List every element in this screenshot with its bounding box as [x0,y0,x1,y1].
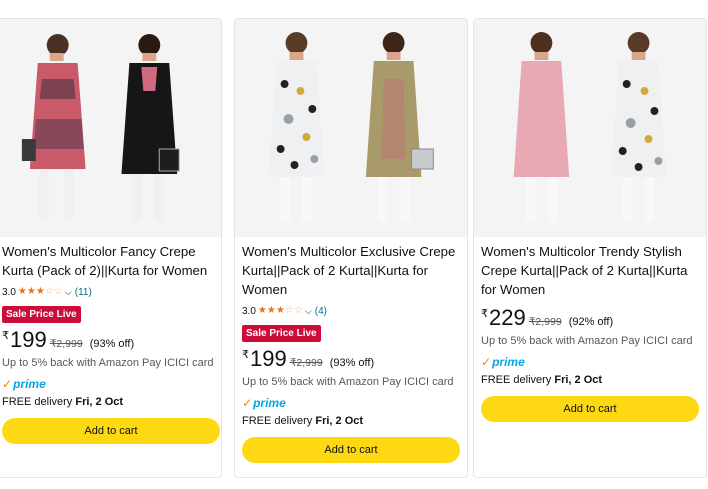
chevron-down-icon[interactable]: ⌵ [305,306,312,317]
prime-badge: ✓ prime [481,354,699,370]
rating-row: 3.0 ★ ★ ★ ☆ ☆ ⌵ (4) [242,302,460,320]
price-row[interactable]: ₹ 229 ₹2,999 (92% off) [481,307,699,331]
deal-badge: Sale Price Live [242,325,321,342]
product-title[interactable]: Women's Multicolor Trendy Stylish Crepe … [481,242,699,299]
discount-percent: (92% off) [568,316,614,328]
prime-check-icon: ✓ [481,355,492,369]
prime-badge: ✓ prime [242,395,460,411]
cashback-offer: Up to 5% back with Amazon Pay ICICI card [2,357,214,369]
price: 229 [489,305,526,330]
review-count[interactable]: (11) [75,287,92,298]
delivery-date: Fri, 2 Oct [315,415,364,427]
delivery-info: FREE delivery Fri, 2 Oct [2,396,214,411]
star-icon: ☆ [293,305,303,316]
product-image[interactable] [474,19,706,237]
star-icon: ★ [275,305,285,316]
list-price: ₹2,999 [289,357,323,369]
price: 199 [10,327,47,352]
star-icon: ★ [17,286,27,297]
product-image[interactable] [0,19,221,237]
product-title[interactable]: Women's Multicolor Exclusive Crepe Kurta… [242,242,460,299]
delivery-label: FREE delivery [2,396,76,408]
star-icon: ☆ [284,305,294,316]
rating-score: 3.0 [2,286,16,298]
delivery-date: Fri, 2 Oct [75,396,124,408]
star-rating[interactable]: ★ ★ ★ ☆ ☆ [18,287,63,297]
star-icon: ☆ [44,286,54,297]
review-count[interactable]: (4) [315,306,327,317]
product-card: Women's Multicolor Fancy Crepe Kurta (Pa… [0,18,222,478]
price: 199 [250,346,287,371]
delivery-info: FREE delivery Fri, 2 Oct [242,415,460,430]
star-icon: ☆ [53,286,63,297]
prime-label: prime [253,396,286,410]
delivery-label: FREE delivery [242,415,316,427]
product-card: Women's Multicolor Trendy Stylish Crepe … [473,18,707,478]
star-icon: ★ [26,286,36,297]
chevron-down-icon[interactable]: ⌵ [65,287,72,298]
price-row[interactable]: ₹ 199 ₹2,999 (93% off) [2,329,214,353]
prime-label: prime [492,355,525,369]
add-to-cart-button[interactable]: Add to cart [2,418,220,444]
product-title[interactable]: Women's Multicolor Fancy Crepe Kurta (Pa… [2,242,214,280]
currency-symbol: ₹ [242,349,249,361]
star-icon: ★ [35,286,45,297]
delivery-date: Fri, 2 Oct [554,374,603,386]
price-row[interactable]: ₹ 199 ₹2,999 (93% off) [242,348,460,372]
prime-check-icon: ✓ [2,377,13,391]
star-rating[interactable]: ★ ★ ★ ☆ ☆ [258,306,303,316]
product-card: Women's Multicolor Exclusive Crepe Kurta… [234,18,468,478]
rating-score: 3.0 [242,305,256,317]
discount-percent: (93% off) [329,357,375,369]
prime-label: prime [13,377,46,391]
list-price: ₹2,999 [49,338,83,350]
rating-row: 3.0 ★ ★ ★ ☆ ☆ ⌵ (11) [2,283,214,301]
product-image[interactable] [235,19,467,237]
add-to-cart-button[interactable]: Add to cart [481,396,699,422]
delivery-info: FREE delivery Fri, 2 Oct [481,374,699,389]
star-icon: ★ [257,305,267,316]
discount-percent: (93% off) [89,338,135,350]
cashback-offer: Up to 5% back with Amazon Pay ICICI card [481,335,693,347]
list-price: ₹2,999 [528,316,562,328]
product-grid: Women's Multicolor Fancy Crepe Kurta (Pa… [0,0,708,489]
prime-badge: ✓ prime [2,376,214,392]
add-to-cart-button[interactable]: Add to cart [242,437,460,463]
delivery-label: FREE delivery [481,374,555,386]
currency-symbol: ₹ [481,308,488,320]
deal-badge: Sale Price Live [2,306,81,323]
star-icon: ★ [266,305,276,316]
cashback-offer: Up to 5% back with Amazon Pay ICICI card [242,376,454,388]
prime-check-icon: ✓ [242,396,253,410]
currency-symbol: ₹ [2,330,9,342]
